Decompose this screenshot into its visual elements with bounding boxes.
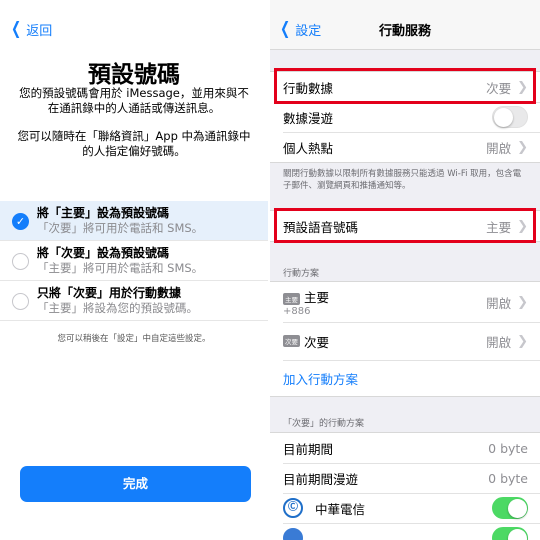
cellular-data-footer: 關閉行動數據以限制所有數據服務只能透過 Wi-Fi 取用，包含電子郵件、瀏覽網頁… bbox=[283, 169, 522, 191]
checkmark-icon: ✓ bbox=[12, 213, 29, 230]
radio-empty-icon bbox=[12, 293, 29, 310]
toggle-knob bbox=[508, 529, 527, 540]
next-app-row bbox=[270, 523, 540, 540]
toggle-knob bbox=[508, 499, 527, 518]
chevron-right-icon: ❯ bbox=[517, 139, 528, 155]
chevron-right-icon: ❯ bbox=[517, 294, 528, 310]
radio-empty-icon bbox=[12, 253, 29, 270]
row-label: 個人熱點 bbox=[283, 140, 334, 156]
plan-primary-row[interactable]: 主要 主要 +886 開啟 ❯ bbox=[270, 282, 540, 322]
carrier-logo-icon: Ⓒ bbox=[283, 498, 303, 518]
plan-number: +886 bbox=[283, 306, 311, 317]
add-plan-link[interactable]: 加入行動方案 bbox=[283, 369, 358, 388]
sim-badge: 主要 bbox=[283, 292, 300, 305]
option-title: 將「次要」設為預設號碼 bbox=[37, 246, 170, 260]
sim-badge: 次要 bbox=[283, 335, 300, 347]
row-value: 0 byte bbox=[488, 470, 528, 486]
current-period-roaming-row: 目前期間漫遊 0 byte bbox=[270, 463, 540, 493]
toggle-knob bbox=[494, 108, 513, 127]
plans-group: 主要 主要 +886 開啟 ❯ 次要 次要 開啟 ❯ 加入行動方案 bbox=[270, 281, 540, 397]
option-title: 將「主要」設為預設號碼 bbox=[37, 206, 170, 220]
back-label: 返回 bbox=[26, 24, 53, 39]
highlight-default-voice bbox=[274, 208, 536, 243]
nav-title: 行動服務 bbox=[378, 24, 431, 39]
add-plan-row[interactable]: 加入行動方案 bbox=[270, 360, 540, 396]
description-contacts: 您可以隨時在「聯絡資訊」App 中為通訊錄中的人指定偏好號碼。 bbox=[17, 129, 251, 158]
option-primary-default[interactable]: ✓ 將「主要」設為預設號碼 「次要」將可用於電話和 SMS。 bbox=[0, 201, 268, 241]
secondary-plans-header: 「次要」的行動方案 bbox=[283, 419, 365, 429]
option-subtitle: 「主要」將可用於電話和 SMS。 bbox=[37, 261, 204, 275]
plan-secondary-row[interactable]: 次要 次要 開啟 ❯ bbox=[270, 322, 540, 360]
option-subtitle: 「次要」將可用於電話和 SMS。 bbox=[37, 221, 204, 235]
navigation-bar: ❮ 設定 行動服務 bbox=[270, 0, 540, 50]
personal-hotspot-row[interactable]: 個人熱點 開啟 ❯ bbox=[270, 132, 540, 162]
option-secondary-data-only[interactable]: 只將「次要」用於行動數據 「主要」將設為您的預設號碼。 bbox=[0, 281, 268, 321]
row-label: 目前期間漫遊 bbox=[283, 471, 359, 487]
default-number-screen: ❮ 返回 預設號碼 您的預設號碼會用於 iMessage，並用來與不在通訊錄中的… bbox=[0, 0, 268, 540]
description-imessage: 您的預設號碼會用於 iMessage，並用來與不在通訊錄中的人通話或傳送訊息。 bbox=[19, 86, 249, 115]
option-subtitle: 「主要」將設為您的預設號碼。 bbox=[37, 301, 198, 315]
row-value: 開啟 bbox=[486, 334, 512, 350]
row-value: 開啟 bbox=[486, 295, 512, 311]
app-icon bbox=[283, 528, 303, 540]
row-value: 開啟 bbox=[486, 140, 512, 156]
page-title: 預設號碼 bbox=[88, 62, 180, 88]
option-secondary-default[interactable]: 將「次要」設為預設號碼 「主要」將可用於電話和 SMS。 bbox=[0, 241, 268, 281]
settings-footnote: 您可以稍後在「設定」中自定這些設定。 bbox=[57, 334, 211, 344]
current-period-row: 目前期間 0 byte bbox=[270, 433, 540, 463]
usage-group: 目前期間 0 byte 目前期間漫遊 0 byte Ⓒ 中華電信 bbox=[270, 432, 540, 540]
row-label: 目前期間 bbox=[283, 441, 334, 457]
plan-primary-info: 主要 主要 +886 bbox=[283, 287, 329, 317]
carrier-row: Ⓒ 中華電信 bbox=[270, 493, 540, 523]
row-label: 數據漫遊 bbox=[283, 110, 334, 126]
carrier-toggle[interactable] bbox=[492, 497, 528, 519]
done-button[interactable]: 完成 bbox=[20, 466, 251, 502]
plans-section-header: 行動方案 bbox=[283, 269, 320, 279]
plan-label: 主要 bbox=[304, 290, 330, 305]
back-button[interactable]: ❮ 返回 bbox=[9, 19, 53, 40]
chevron-left-icon: ❮ bbox=[11, 19, 22, 39]
data-roaming-toggle[interactable] bbox=[492, 106, 528, 128]
default-number-options: ✓ 將「主要」設為預設號碼 「次要」將可用於電話和 SMS。 將「次要」設為預設… bbox=[0, 201, 268, 321]
app-toggle[interactable] bbox=[492, 527, 528, 540]
chevron-right-icon: ❯ bbox=[517, 333, 528, 349]
option-title: 只將「次要」用於行動數據 bbox=[37, 286, 182, 300]
row-value: 0 byte bbox=[488, 440, 528, 456]
row-label: 中華電信 bbox=[315, 501, 366, 517]
cellular-settings-screen: ❮ 設定 行動服務 行動數據 次要 ❯ 數據漫遊 個人熱點 開啟 ❯ 關閉行動數… bbox=[270, 0, 540, 540]
highlight-cellular-data bbox=[274, 68, 536, 104]
plan-label: 次要 bbox=[304, 334, 330, 350]
data-roaming-row: 數據漫遊 bbox=[270, 102, 540, 132]
